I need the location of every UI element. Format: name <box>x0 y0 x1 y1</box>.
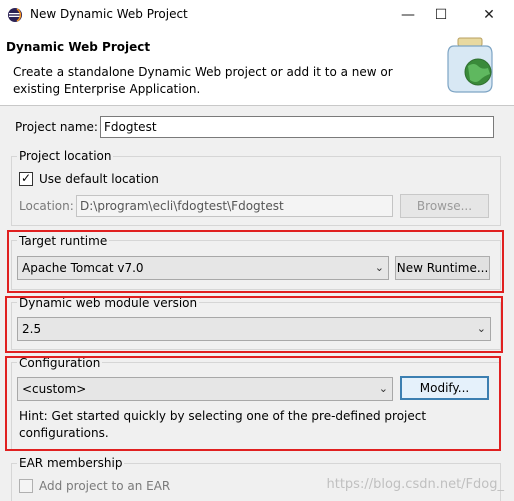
header-title: Dynamic Web Project <box>6 40 151 54</box>
project-name-label: Project name: <box>15 120 98 134</box>
minimize-button[interactable]: — <box>395 4 421 26</box>
use-default-location-checkbox[interactable]: ✓ <box>19 171 33 186</box>
web-project-globe-icon <box>447 37 493 93</box>
add-to-ear-label: Add project to an EAR <box>39 479 171 493</box>
wizard-header: Dynamic Web Project Create a standalone … <box>0 30 514 106</box>
add-to-ear-checkbox[interactable] <box>19 479 33 493</box>
project-location-title: Project location <box>17 149 114 163</box>
location-input[interactable]: D:\program\ecli\fdogtest\Fdogtest <box>76 195 393 217</box>
close-button[interactable]: ✕ <box>476 4 502 26</box>
browse-button[interactable]: Browse... <box>400 194 489 218</box>
highlight-configuration <box>5 356 501 451</box>
project-name-input[interactable]: Fdogtest <box>100 116 494 138</box>
header-description: Create a standalone Dynamic Web project … <box>13 65 393 96</box>
title-bar: New Dynamic Web Project — ☐ ✕ <box>0 0 514 30</box>
window-title: New Dynamic Web Project <box>30 7 188 21</box>
watermark: https://blog.csdn.net/Fdog_ <box>326 477 505 492</box>
highlight-module-version <box>5 296 503 353</box>
ear-membership-title: EAR membership <box>17 456 125 470</box>
use-default-location-label: Use default location <box>39 172 159 186</box>
location-label: Location: <box>19 199 74 213</box>
eclipse-icon <box>8 8 22 22</box>
highlight-target-runtime <box>7 230 504 293</box>
maximize-button[interactable]: ☐ <box>428 4 454 26</box>
checkmark-icon: ✓ <box>21 171 32 185</box>
